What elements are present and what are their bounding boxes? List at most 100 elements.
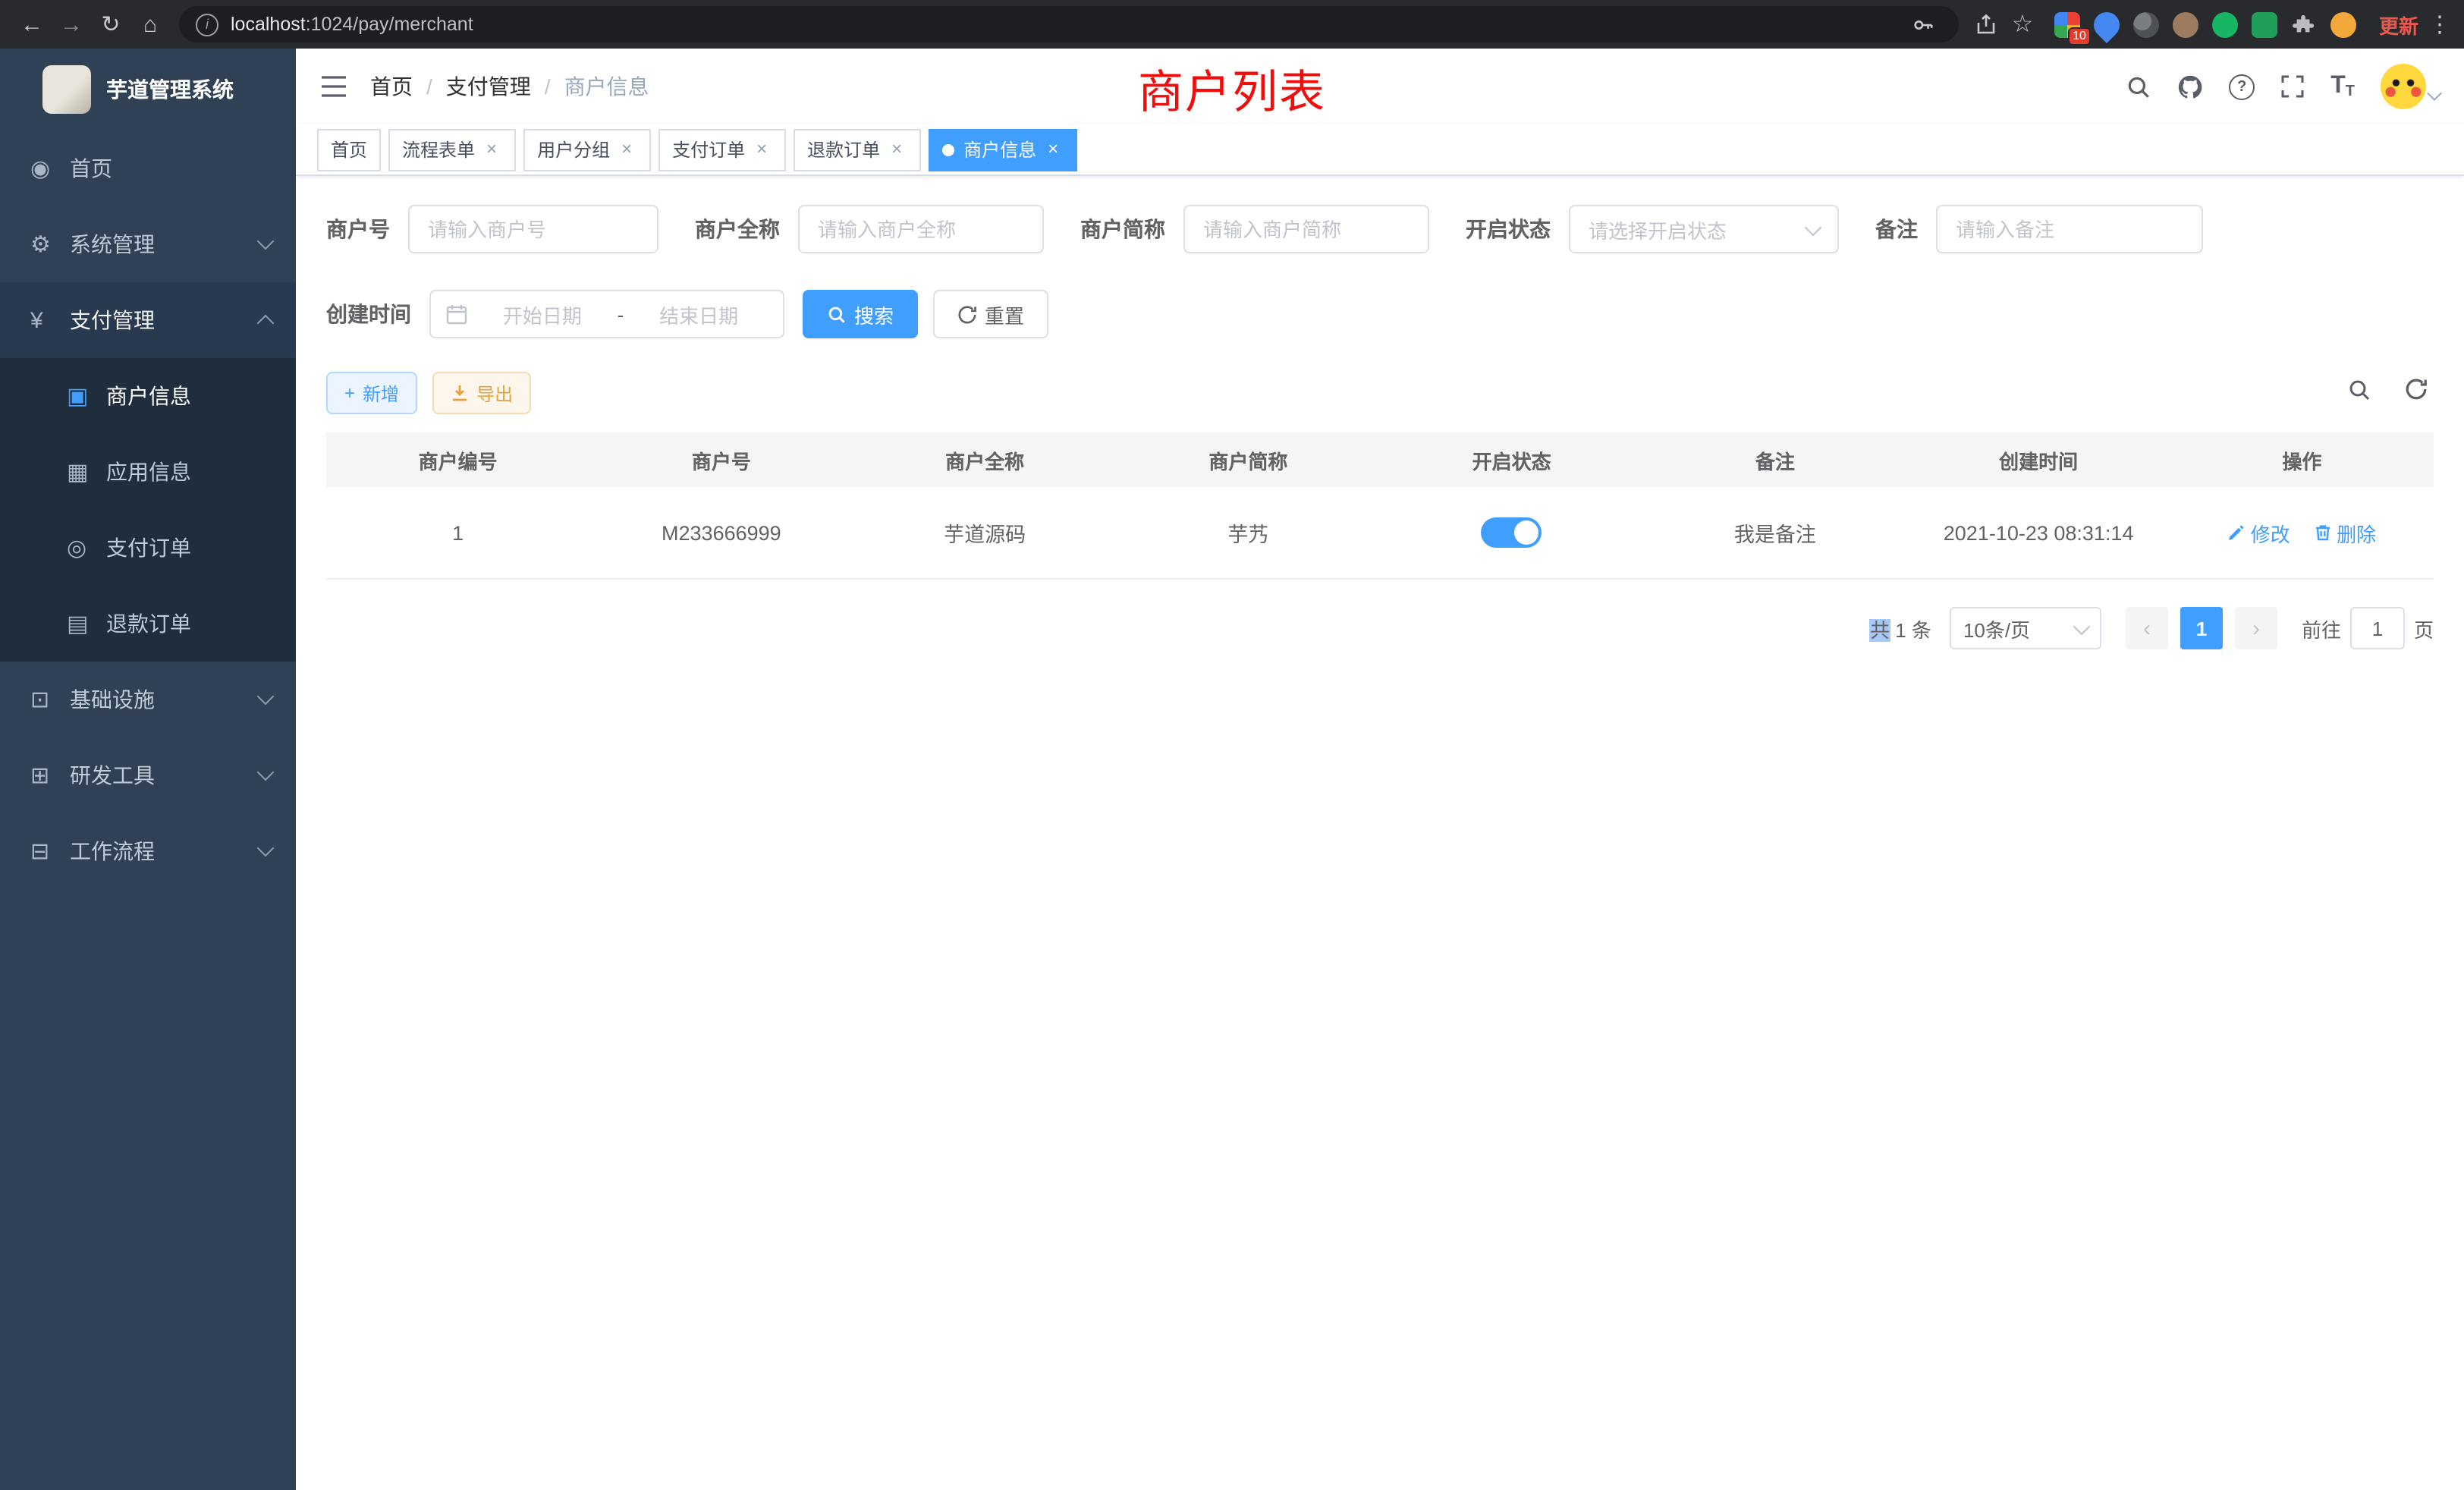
navbar-actions: ? TT [2126, 64, 2440, 109]
close-icon[interactable]: × [1042, 139, 1064, 160]
col-status: 开启状态 [1380, 432, 1643, 487]
prev-page-button[interactable]: ‹ [2126, 607, 2168, 649]
logo[interactable]: 芋道管理系统 [0, 49, 296, 130]
url-text: localhost:1024/pay/merchant [231, 14, 473, 35]
sidebar-item-label: 系统管理 [70, 229, 155, 259]
extension-icon-green-circle[interactable] [2212, 11, 2238, 37]
browser-menu-icon[interactable]: ⋮ [2428, 11, 2452, 38]
tags-view: 首页 流程表单 × 用户分组 × 支付订单 × 退款订单 × [296, 124, 2464, 176]
bookmark-star-icon[interactable]: ☆ [2004, 6, 2041, 42]
github-icon[interactable] [2177, 74, 2203, 99]
tab-merchant-info[interactable]: 商户信息 × [929, 128, 1077, 171]
sidebar-item-label: 应用信息 [106, 457, 191, 487]
sidebar-item-system[interactable]: ⚙ 系统管理 [0, 206, 296, 282]
toolbox-icon: ⊞ [30, 762, 70, 789]
goto-page-input[interactable] [2350, 607, 2405, 649]
remark-input[interactable] [1936, 205, 2203, 253]
close-icon[interactable]: × [616, 139, 637, 160]
font-size-icon[interactable]: TT [2330, 73, 2355, 100]
merchant-no-input[interactable] [408, 205, 658, 253]
extension-icon-dark-circle[interactable] [2133, 11, 2159, 37]
trash-icon [2314, 523, 2332, 542]
export-button[interactable]: 导出 [432, 372, 531, 414]
browser-forward-button[interactable]: → [52, 5, 91, 44]
search-button[interactable]: 搜索 [803, 290, 918, 338]
sidebar-item-merchant-info[interactable]: ▣ 商户信息 [0, 358, 296, 434]
add-button[interactable]: + 新增 [326, 372, 417, 414]
sidebar-item-pay-order[interactable]: ◎ 支付订单 [0, 510, 296, 586]
col-merchant-id: 商户编号 [326, 432, 589, 487]
password-key-icon[interactable] [1906, 6, 1942, 42]
gear-icon: ⚙ [30, 231, 70, 258]
next-page-button[interactable]: › [2235, 607, 2277, 649]
sidebar-item-home[interactable]: ◉ 首页 [0, 130, 296, 206]
status-toggle[interactable] [1482, 517, 1542, 548]
breadcrumb-current: 商户信息 [564, 71, 649, 102]
chevron-down-icon [257, 764, 275, 781]
sidebar-item-app-info[interactable]: ▦ 应用信息 [0, 434, 296, 510]
help-icon[interactable]: ? [2229, 74, 2255, 99]
order-target-icon: ◎ [67, 534, 106, 561]
extension-icon-blue-drop[interactable] [2088, 6, 2125, 42]
end-date-placeholder[interactable]: 结束日期 [630, 300, 768, 328]
sidebar-toggle-icon[interactable] [320, 76, 347, 97]
cell-status [1380, 487, 1643, 579]
sidebar-item-refund-order[interactable]: ▤ 退款订单 [0, 586, 296, 662]
tab-process-form[interactable]: 流程表单 × [388, 128, 516, 171]
short-name-input[interactable] [1183, 205, 1429, 253]
extension-icon-colorful[interactable]: 10 [2054, 11, 2080, 37]
toggle-search-icon[interactable] [2347, 377, 2371, 409]
status-select[interactable]: 请选择开启状态 [1569, 205, 1839, 253]
merchant-no-label: 商户号 [326, 214, 390, 244]
cell-remark: 我是备注 [1643, 487, 1906, 579]
tab-refund-order[interactable]: 退款订单 × [794, 128, 921, 171]
profile-avatar-icon[interactable] [2330, 11, 2356, 37]
app-grid-icon: ▦ [67, 458, 106, 486]
browser-home-button[interactable]: ⌂ [130, 5, 170, 44]
start-date-placeholder[interactable]: 开始日期 [473, 300, 611, 328]
chevron-down-icon [257, 688, 275, 706]
sidebar-item-infra[interactable]: ⊡ 基础设施 [0, 662, 296, 737]
full-name-input[interactable] [798, 205, 1044, 253]
chevron-down-icon [257, 840, 275, 857]
extension-icon-avatar[interactable] [2173, 11, 2198, 37]
page-1-button[interactable]: 1 [2180, 607, 2223, 649]
tab-user-group[interactable]: 用户分组 × [523, 128, 651, 171]
share-icon[interactable] [1968, 6, 2004, 42]
page-content: 商户号 商户全称 商户简称 开启状态 请选择开启状态 [296, 176, 2464, 649]
breadcrumb-home[interactable]: 首页 [370, 71, 413, 102]
create-time-range-picker[interactable]: 开始日期 - 结束日期 [429, 290, 784, 338]
extensions-puzzle-icon[interactable] [2291, 11, 2317, 37]
tab-home[interactable]: 首页 [317, 128, 381, 171]
sidebar-item-workflow[interactable]: ⊟ 工作流程 [0, 813, 296, 889]
site-info-icon[interactable]: i [196, 13, 218, 36]
edit-button[interactable]: 修改 [2228, 518, 2290, 547]
sidebar-item-label: 首页 [70, 153, 112, 184]
header-search-icon[interactable] [2126, 74, 2151, 99]
avatar-image [2381, 64, 2426, 109]
extensions-bar: 10 [2054, 11, 2356, 37]
reset-button[interactable]: 重置 [933, 290, 1048, 338]
full-name-label: 商户全称 [695, 214, 780, 244]
delete-button[interactable]: 删除 [2314, 518, 2376, 547]
browser-back-button[interactable]: ← [12, 5, 52, 44]
chevron-up-icon [257, 315, 275, 332]
close-icon[interactable]: × [751, 139, 772, 160]
tab-pay-order[interactable]: 支付订单 × [658, 128, 786, 171]
url-bar[interactable]: i localhost:1024/pay/merchant [179, 6, 1959, 42]
close-icon[interactable]: × [481, 139, 502, 160]
browser-update-button[interactable]: 更新 [2379, 10, 2418, 39]
refresh-table-icon[interactable] [2405, 378, 2428, 408]
close-icon[interactable]: × [886, 139, 907, 160]
browser-chrome: ← → ↻ ⌂ i localhost:1024/pay/merchant ☆ … [0, 0, 2464, 49]
sidebar-item-devtools[interactable]: ⊞ 研发工具 [0, 737, 296, 813]
search-icon [827, 304, 847, 324]
page-size-select[interactable]: 10条/页 [1950, 607, 2101, 649]
user-avatar[interactable] [2381, 64, 2440, 109]
sidebar-item-payment[interactable]: ¥ 支付管理 [0, 282, 296, 358]
table-row: 1 M233666999 芋道源码 芋艿 我是备注 2021-10-23 08:… [326, 487, 2434, 579]
extension-icon-green-square[interactable] [2252, 11, 2277, 37]
download-icon [451, 384, 469, 402]
browser-reload-button[interactable]: ↻ [91, 5, 130, 44]
fullscreen-icon[interactable] [2280, 74, 2305, 99]
